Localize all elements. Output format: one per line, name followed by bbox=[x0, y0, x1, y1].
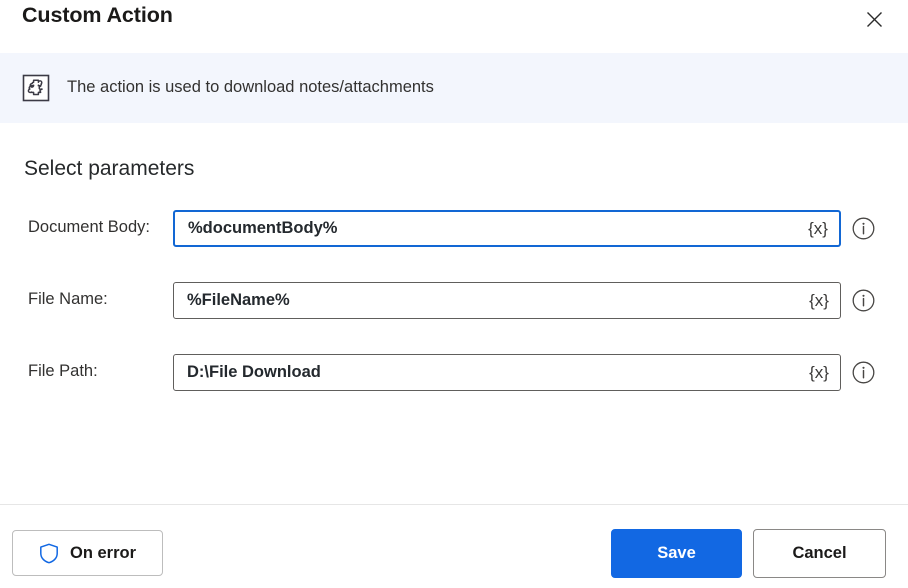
field-label-file-name: File Name: bbox=[28, 290, 108, 308]
field-label-document-body: Document Body: bbox=[28, 218, 150, 236]
section-heading: Select parameters bbox=[24, 157, 195, 180]
document-body-field[interactable]: {x} bbox=[173, 210, 841, 247]
close-icon bbox=[866, 11, 882, 27]
variable-picker-button[interactable]: {x} bbox=[797, 212, 839, 245]
page-title: Custom Action bbox=[22, 3, 173, 27]
file-path-input[interactable] bbox=[174, 355, 798, 390]
close-button[interactable] bbox=[852, 0, 896, 38]
info-icon[interactable] bbox=[852, 361, 875, 384]
field-label-file-path: File Path: bbox=[28, 362, 98, 380]
info-icon[interactable] bbox=[852, 289, 875, 312]
form-row: Document Body: {x} bbox=[0, 210, 908, 282]
shield-icon bbox=[39, 543, 59, 564]
form-row: File Name: {x} bbox=[0, 282, 908, 354]
form-row: File Path: {x} bbox=[0, 354, 908, 426]
banner-message: The action is used to download notes/att… bbox=[67, 78, 434, 97]
custom-action-dialog: Custom Action The action is used to down… bbox=[0, 0, 908, 588]
variable-picker-button[interactable]: {x} bbox=[798, 355, 840, 390]
dialog-body: Select parameters Document Body: {x} bbox=[0, 123, 908, 504]
dialog-titlebar: Custom Action bbox=[0, 0, 908, 53]
parameters-form: Document Body: {x} File Name: bbox=[0, 210, 908, 426]
file-name-input[interactable] bbox=[174, 283, 798, 318]
variable-picker-button[interactable]: {x} bbox=[798, 283, 840, 318]
on-error-button[interactable]: On error bbox=[12, 530, 163, 576]
cancel-button[interactable]: Cancel bbox=[753, 529, 886, 578]
puzzle-piece-icon bbox=[22, 74, 50, 102]
info-banner: The action is used to download notes/att… bbox=[0, 53, 908, 123]
file-name-field[interactable]: {x} bbox=[173, 282, 841, 319]
on-error-label: On error bbox=[69, 543, 137, 562]
save-button[interactable]: Save bbox=[611, 529, 742, 578]
info-icon[interactable] bbox=[852, 217, 875, 240]
file-path-field[interactable]: {x} bbox=[173, 354, 841, 391]
document-body-input[interactable] bbox=[175, 212, 797, 245]
